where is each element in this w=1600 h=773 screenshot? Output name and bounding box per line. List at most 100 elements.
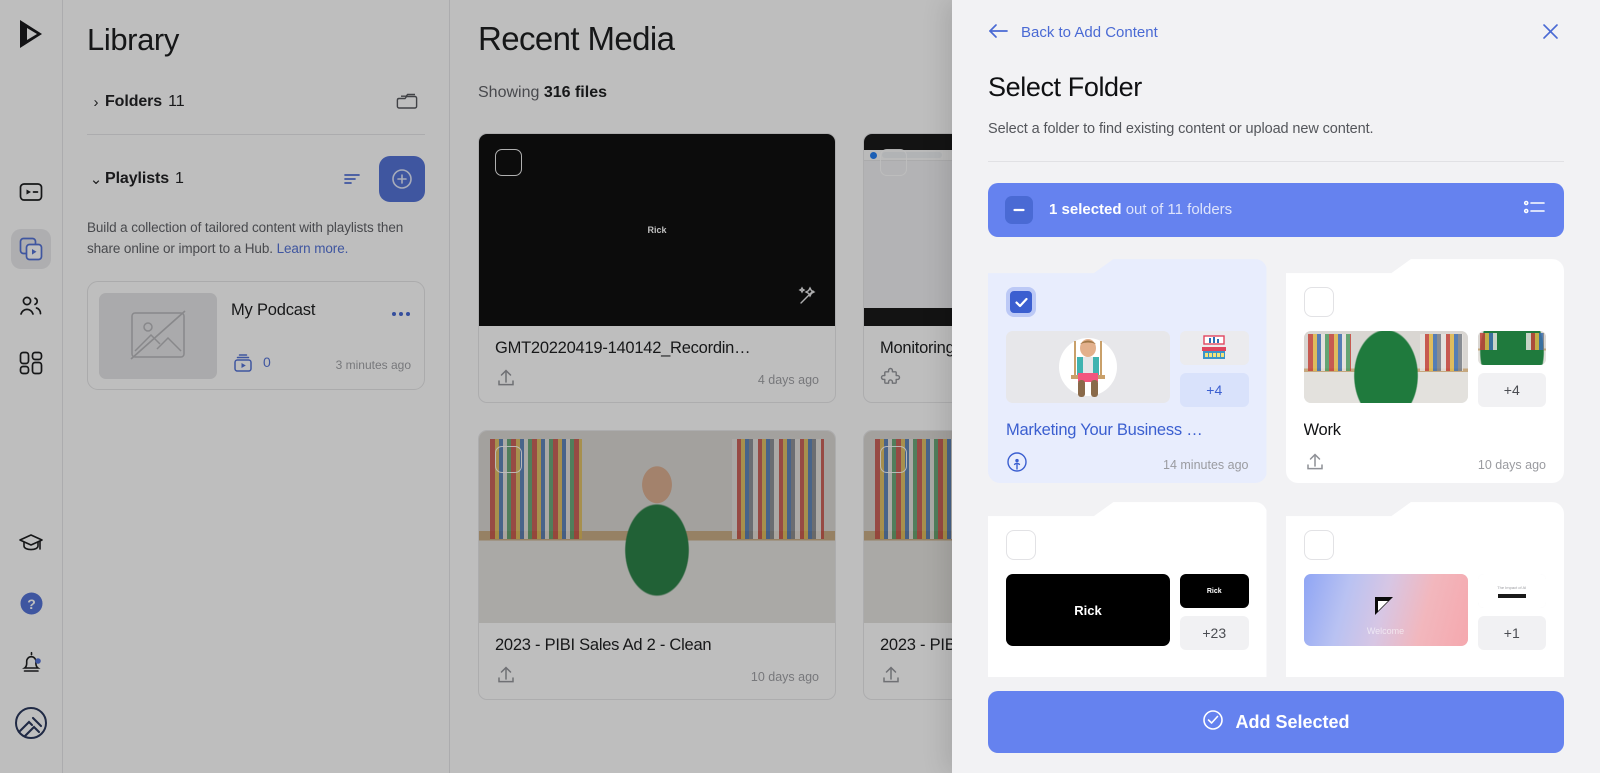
upload-icon[interactable] <box>880 664 902 691</box>
folders-stack-icon[interactable] <box>391 85 425 119</box>
checkmark-icon <box>1014 297 1028 307</box>
thumbnail-label: Rick <box>647 225 667 235</box>
folder-card[interactable]: +4 Work 10 days ago <box>1285 259 1564 484</box>
playlist-stack-icon <box>234 354 252 372</box>
media-select-checkbox[interactable] <box>495 446 522 473</box>
magic-wand-icon <box>795 283 819 312</box>
account-avatar-icon[interactable] <box>11 703 51 743</box>
folder-name: Work <box>1303 421 1341 440</box>
playlists-description-text: Build a collection of tailored content w… <box>87 220 404 256</box>
selected-count: 1 selected <box>1049 201 1122 219</box>
playlist-count-value: 0 <box>263 354 271 370</box>
notifications-bell-icon[interactable] <box>11 643 51 683</box>
media-select-checkbox[interactable] <box>495 149 522 176</box>
media-time: 4 days ago <box>757 373 819 387</box>
folders-caret-icon[interactable]: › <box>87 94 105 111</box>
help-question-icon[interactable]: ? <box>11 583 51 623</box>
app-logo-icon[interactable] <box>11 14 51 54</box>
close-icon[interactable] <box>1537 18 1564 48</box>
media-time: 10 days ago <box>750 670 819 684</box>
add-selected-button[interactable]: Add Selected <box>988 691 1564 753</box>
media-card[interactable]: Rick GMT20220419-140142_Recordin… 4 days… <box>478 133 836 403</box>
drawer-title: Select Folder <box>988 71 1142 102</box>
playlist-card-my-podcast[interactable]: My Podcast 0 3 minutes ago <box>87 281 425 390</box>
playlist-item-count: 0 <box>231 350 271 374</box>
academy-graduation-cap-icon[interactable] <box>11 523 51 563</box>
broken-image-icon <box>99 293 217 379</box>
drawer-subtitle: Select a folder to find existing content… <box>988 120 1374 137</box>
selection-summary-bar[interactable]: 1 selected out of 11 folders <box>988 182 1564 238</box>
folder-checkbox[interactable] <box>1303 287 1334 318</box>
media-select-checkbox[interactable] <box>880 149 907 176</box>
app-root: ? Library › Folders 11 ⌄ Playlists 1 Bui… <box>0 0 1600 773</box>
folder-card[interactable]: Welcome The Impact of AI +1 <box>1285 502 1564 677</box>
back-to-add-content-button[interactable]: Back to Add Content <box>988 22 1158 44</box>
folder-card[interactable]: +4 Marketing Your Business … 14 minutes … <box>988 259 1267 484</box>
folder-name: Marketing Your Business … <box>1006 421 1203 440</box>
folders-count: 11 <box>168 93 185 110</box>
playlists-caret-icon[interactable]: ⌄ <box>87 170 105 188</box>
folder-thumbnail-primary <box>1006 331 1170 404</box>
playlists-label: Playlists <box>105 170 170 187</box>
folder-thumbnail-secondary <box>1180 331 1249 366</box>
selection-rest: out of 11 folders <box>1121 201 1233 219</box>
folder-thumbnail-secondary: Rick <box>1180 574 1249 609</box>
select-folder-drawer: Back to Add Content Select Folder Select… <box>952 0 1600 773</box>
drawer-header: Back to Add Content <box>952 6 1600 60</box>
folder-thumbnail-secondary: The Impact of AI <box>1477 574 1546 609</box>
sidebar-item-contacts[interactable] <box>11 286 51 326</box>
select-all-checkbox[interactable] <box>1005 195 1033 224</box>
sidebar-item-apps[interactable] <box>11 343 51 383</box>
folder-checkbox[interactable] <box>1006 287 1036 318</box>
playlists-count: 1 <box>175 170 184 187</box>
folder-more-count: +4 <box>1180 373 1249 408</box>
media-thumbnail[interactable] <box>479 431 835 623</box>
drawer-footer: Add Selected <box>952 677 1600 773</box>
more-horizontal-icon[interactable] <box>391 305 411 323</box>
sort-icon[interactable] <box>335 162 369 196</box>
library-sidebar: Library › Folders 11 ⌄ Playlists 1 Build… <box>63 0 450 773</box>
svg-text:?: ? <box>27 595 36 611</box>
folder-card[interactable]: Rick Rick +23 <box>988 502 1267 677</box>
podcast-icon <box>1006 451 1028 478</box>
add-playlist-button[interactable] <box>379 156 425 202</box>
folder-time: 14 minutes ago <box>1163 457 1249 472</box>
drawer-divider <box>988 160 1564 162</box>
playlist-name: My Podcast <box>231 301 316 319</box>
media-title: GMT20220419-140142_Recordin… <box>495 339 751 357</box>
folder-more-count: +1 <box>1477 616 1546 651</box>
folder-more-count: +4 <box>1477 373 1546 408</box>
sidebar-item-playlists[interactable] <box>11 229 51 269</box>
folder-time: 10 days ago <box>1477 457 1546 472</box>
sidebar-divider <box>87 134 425 135</box>
upload-icon[interactable] <box>495 664 517 691</box>
back-label: Back to Add Content <box>1021 24 1158 42</box>
playlists-section-header[interactable]: ⌄ Playlists 1 <box>87 153 425 205</box>
folder-checkbox[interactable] <box>1006 530 1036 561</box>
media-select-checkbox[interactable] <box>880 446 907 473</box>
folders-label: Folders <box>105 93 163 110</box>
showing-prefix: Showing <box>478 84 544 101</box>
media-thumbnail[interactable]: Rick <box>479 134 835 326</box>
learn-more-link[interactable]: Learn more. <box>277 241 349 256</box>
folders-section-header[interactable]: › Folders 11 <box>87 76 425 128</box>
media-title: 2023 - PIBI Sales Ad 2 - Clean <box>495 636 712 654</box>
playlist-time: 3 minutes ago <box>335 358 411 372</box>
folder-checkbox[interactable] <box>1303 530 1334 561</box>
sidebar-item-media[interactable] <box>11 172 51 212</box>
puzzle-piece-icon[interactable] <box>880 367 902 394</box>
list-options-icon[interactable] <box>1523 197 1547 222</box>
add-selected-label: Add Selected <box>1235 711 1350 732</box>
media-card[interactable]: 2023 - PIBI Sales Ad 2 - Clean 10 days a… <box>478 430 836 700</box>
selection-summary-text: 1 selected out of 11 folders <box>1049 201 1232 218</box>
folder-list[interactable]: +4 Marketing Your Business … 14 minutes … <box>952 237 1600 677</box>
upload-icon <box>1304 451 1326 478</box>
library-title: Library <box>87 22 179 57</box>
upload-icon[interactable] <box>495 367 517 394</box>
folder-thumbnail-primary <box>1303 331 1468 404</box>
folder-thumbnail-secondary <box>1477 331 1546 366</box>
check-circle-icon <box>1202 709 1224 736</box>
folder-thumbnail-primary: Welcome <box>1303 574 1468 647</box>
folder-thumbnail-primary: Rick <box>1006 574 1170 647</box>
arrow-left-icon <box>988 22 1009 44</box>
